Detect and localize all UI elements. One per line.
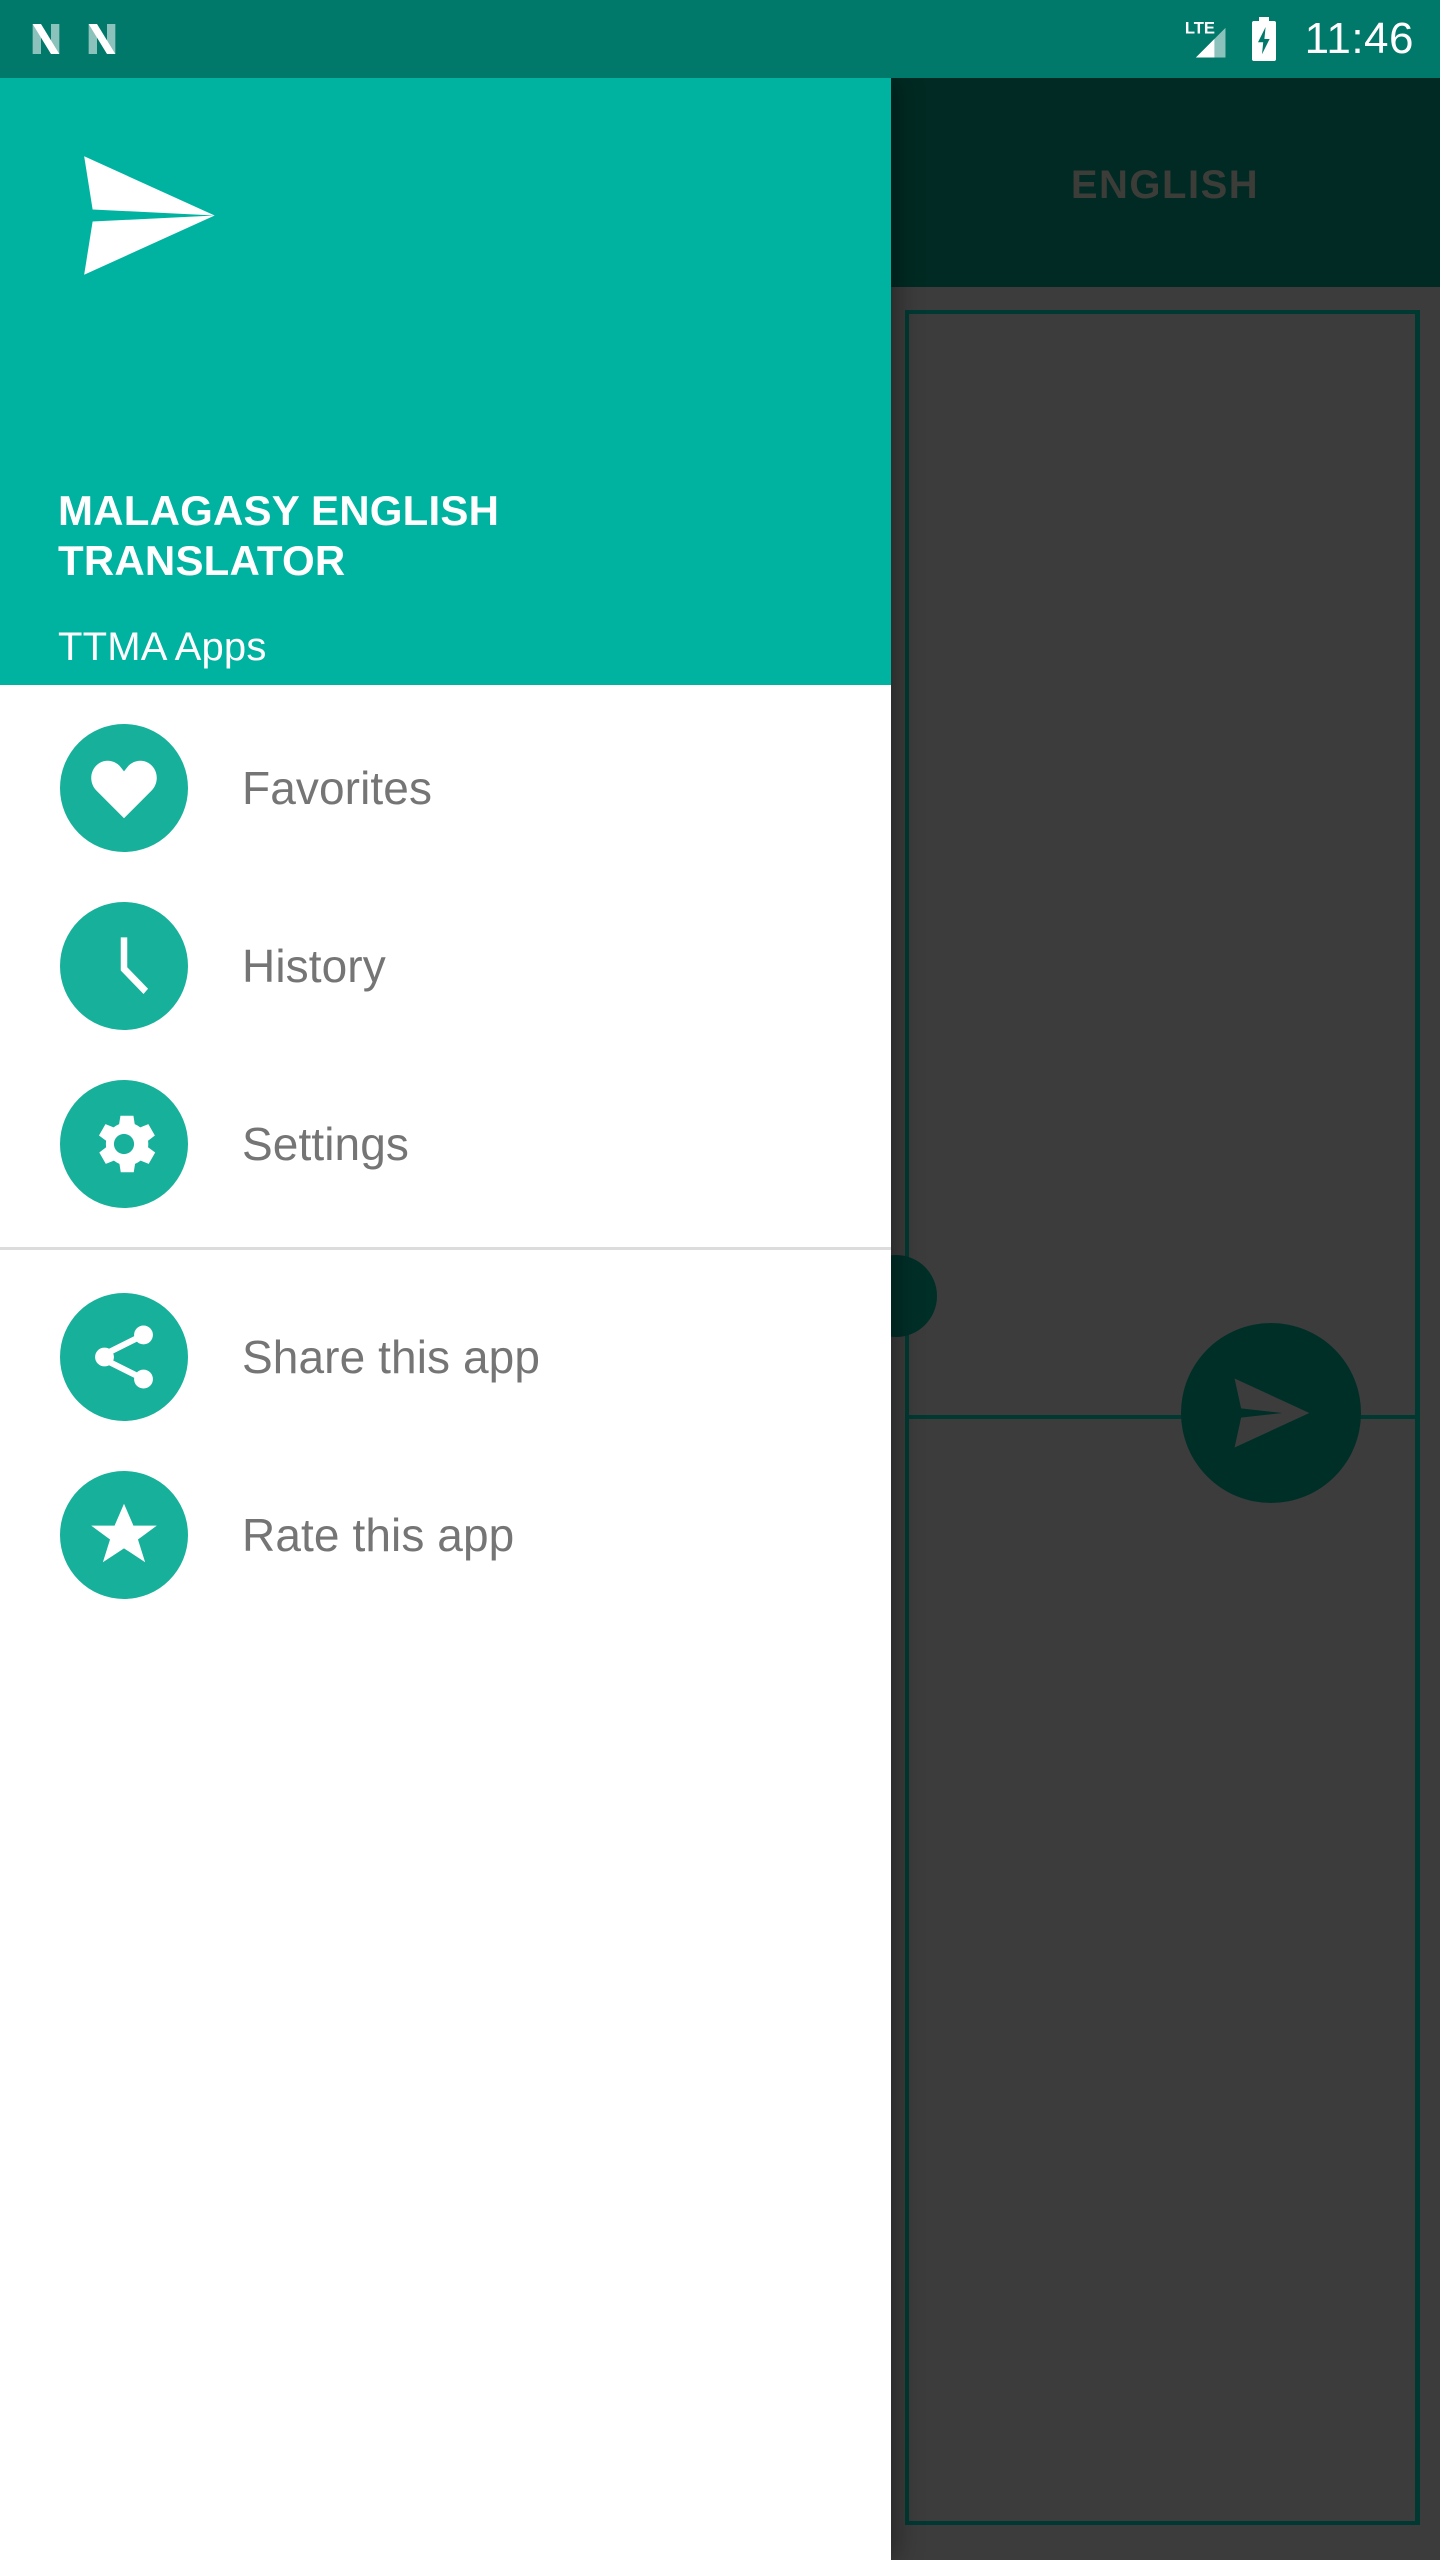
phone-screen: ENGLISH LTE 11:46 MALAGASY ENGLISH TRANS… bbox=[0, 0, 1440, 2560]
paper-plane-send-icon bbox=[84, 156, 215, 275]
sidebar-item-share-this-app[interactable]: Share this app bbox=[0, 1268, 891, 1446]
clock-icon-wrapper bbox=[60, 902, 188, 1030]
star-icon bbox=[91, 1503, 157, 1563]
send-fab[interactable] bbox=[1181, 1323, 1361, 1503]
sidebar-item-rate-this-app[interactable]: Rate this app bbox=[0, 1446, 891, 1624]
status-bar-notifications bbox=[26, 19, 122, 59]
svg-text:LTE: LTE bbox=[1185, 18, 1215, 37]
app-publisher: TTMA Apps bbox=[58, 625, 267, 669]
tab-english[interactable]: ENGLISH bbox=[1020, 163, 1310, 208]
sidebar-item-settings[interactable]: Settings bbox=[0, 1055, 891, 1233]
gear-icon bbox=[98, 1115, 156, 1173]
star-icon-wrapper bbox=[60, 1471, 188, 1599]
share-icon bbox=[95, 1325, 153, 1389]
sidebar-item-label: Rate this app bbox=[242, 1509, 515, 1561]
app-logo bbox=[52, 143, 242, 288]
status-bar-clock: 11:46 bbox=[1304, 14, 1414, 63]
battery-charging-icon bbox=[1251, 17, 1276, 61]
n-logo-icon bbox=[32, 24, 60, 54]
sidebar-item-label: Favorites bbox=[242, 762, 433, 814]
navigation-drawer: MALAGASY ENGLISH TRANSLATOR TTMA Apps Fa… bbox=[0, 78, 891, 2560]
status-bar-indicators: LTE 11:46 bbox=[1183, 14, 1414, 64]
heart-icon bbox=[91, 760, 157, 819]
status-bar: LTE 11:46 bbox=[0, 0, 1440, 78]
sidebar-item-label: Settings bbox=[242, 1118, 410, 1170]
sidebar-item-history[interactable]: History bbox=[0, 877, 891, 1055]
sidebar-item-label: History bbox=[242, 940, 386, 992]
sidebar-item-favorites[interactable]: Favorites bbox=[0, 699, 891, 877]
send-icon bbox=[1234, 1378, 1310, 1448]
drawer-primary-menu: Favorites History Settings bbox=[0, 685, 891, 1233]
drawer-secondary-menu: Share this app Rate this app bbox=[0, 1250, 891, 1624]
drawer-header: MALAGASY ENGLISH TRANSLATOR TTMA Apps bbox=[0, 78, 891, 685]
n-logo-icon bbox=[88, 24, 116, 54]
clock-icon bbox=[120, 937, 149, 994]
signal-bars-lte-icon: LTE bbox=[1185, 18, 1226, 58]
sidebar-item-label: Share this app bbox=[242, 1331, 541, 1383]
gear-icon-wrapper bbox=[60, 1080, 188, 1208]
app-title: MALAGASY ENGLISH TRANSLATOR bbox=[58, 487, 500, 584]
heart-icon-wrapper bbox=[60, 724, 188, 852]
share-icon-wrapper bbox=[60, 1293, 188, 1421]
